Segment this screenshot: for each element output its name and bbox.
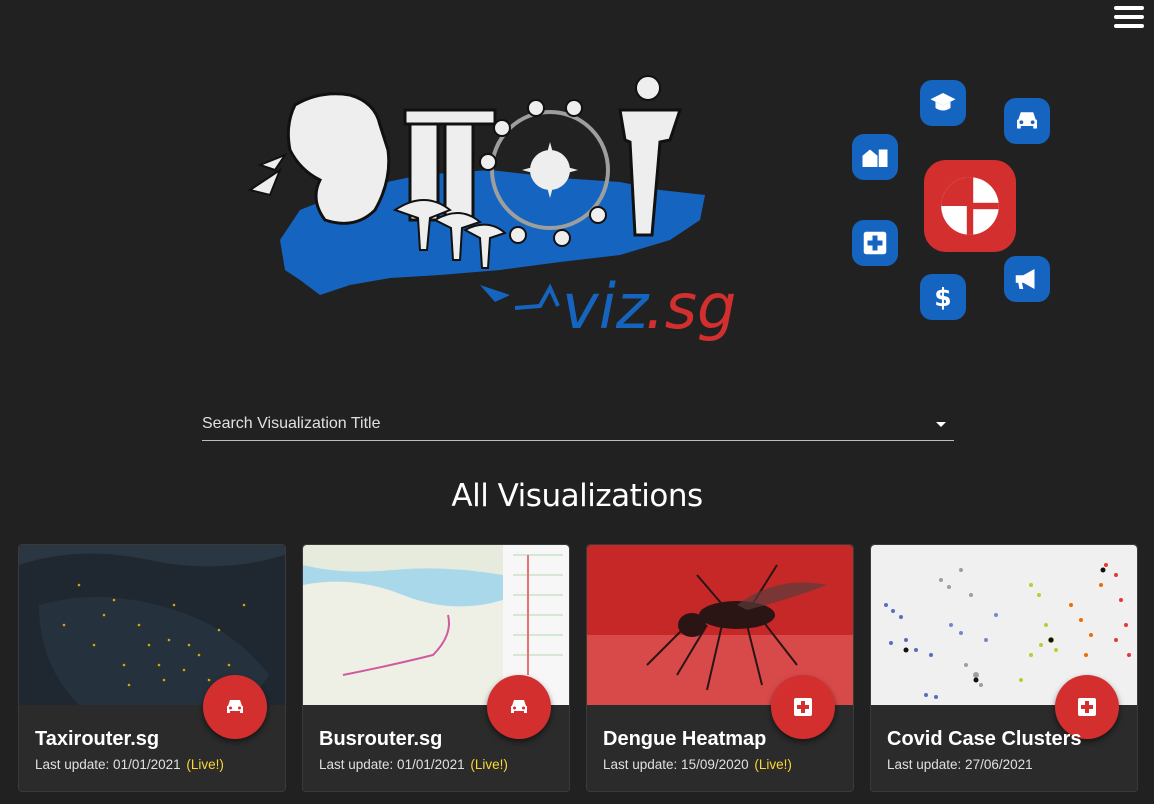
megaphone-icon	[1004, 256, 1050, 302]
car-icon[interactable]	[203, 675, 267, 739]
live-badge: (Live!)	[186, 757, 224, 772]
car-icon[interactable]	[487, 675, 551, 739]
card-title: Covid Case Clusters	[887, 728, 1082, 750]
svg-text:$: $	[934, 283, 951, 312]
card-title: Busrouter.sg	[319, 728, 443, 750]
card-taxirouter[interactable]: Taxirouter.sg Last update: 01/01/2021 (L…	[18, 544, 286, 792]
car-icon	[1004, 98, 1050, 144]
card-title: Taxirouter.sg	[35, 728, 160, 750]
medical-cross-icon[interactable]	[771, 675, 835, 739]
dropdown-arrow-icon[interactable]	[936, 422, 946, 427]
graduation-cap-icon	[920, 80, 966, 126]
card-title: Dengue Heatmap	[603, 728, 767, 750]
logo-mark-icon	[924, 160, 1016, 252]
card-last-update: Last update: 01/01/2021 (Live!)	[35, 757, 224, 772]
logo-viz-text: viz	[562, 270, 650, 343]
card-last-update: Last update: 15/09/2020 (Live!)	[603, 757, 792, 772]
site-logo: viz .sg	[247, 75, 736, 343]
visualization-cards: Taxirouter.sg Last update: 01/01/2021 (L…	[18, 544, 1140, 804]
building-icon	[852, 134, 898, 180]
search-input[interactable]	[202, 410, 922, 438]
logo-domain-text: .sg	[645, 270, 736, 343]
card-last-update: Last update: 27/06/2021	[887, 757, 1033, 772]
live-badge: (Live!)	[470, 757, 508, 772]
hospital-cross-icon	[852, 220, 898, 266]
search-bar[interactable]	[202, 410, 954, 441]
hero: viz .sg $	[0, 0, 1154, 380]
section-title: All Visualizations	[451, 478, 703, 514]
card-busrouter[interactable]: Busrouter.sg Last update: 01/01/2021 (Li…	[302, 544, 570, 792]
card-dengue-heatmap[interactable]: Dengue Heatmap Last update: 15/09/2020 (…	[586, 544, 854, 792]
category-icon-cluster: $	[840, 70, 1070, 330]
dollar-icon: $	[920, 274, 966, 320]
live-badge: (Live!)	[754, 757, 792, 772]
card-last-update: Last update: 01/01/2021 (Live!)	[319, 757, 508, 772]
card-covid-clusters[interactable]: Covid Case Clusters Last update: 27/06/2…	[870, 544, 1138, 792]
